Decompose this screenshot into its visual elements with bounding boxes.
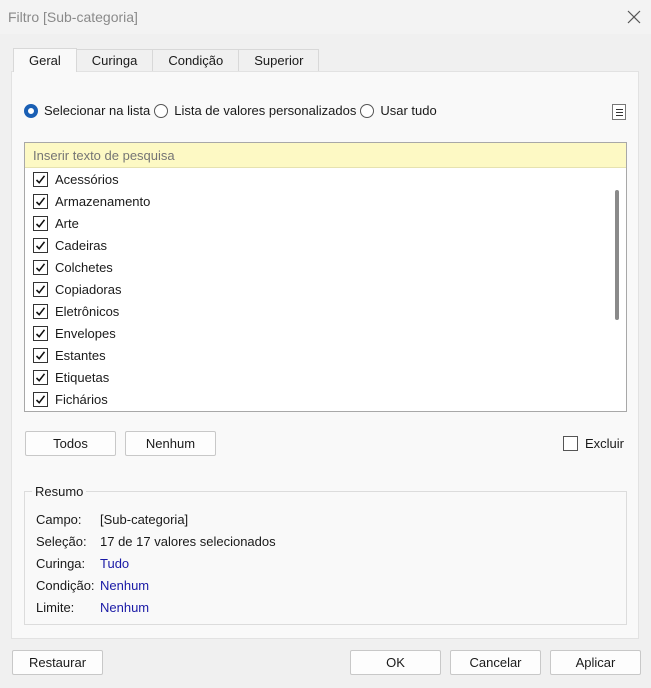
checkmark-icon <box>35 372 46 382</box>
list-item-label: Envelopes <box>55 325 116 341</box>
list-item[interactable]: Colchetes <box>25 256 605 278</box>
summary-row-field: Campo: [Sub-categoria] <box>36 512 188 527</box>
list-item[interactable]: Eletrônicos <box>25 300 605 322</box>
checkmark-icon <box>35 328 46 338</box>
list-item[interactable]: Arte <box>25 212 605 234</box>
tab-general[interactable]: Geral <box>13 48 77 72</box>
checkbox[interactable] <box>33 193 48 209</box>
radio-selected-indicator <box>24 103 38 118</box>
list-item-label: Estantes <box>55 347 106 363</box>
list-item[interactable]: Estantes <box>25 344 605 366</box>
apply-button[interactable]: Aplicar <box>550 650 641 675</box>
checkbox[interactable] <box>33 369 48 385</box>
checkbox[interactable] <box>33 391 48 407</box>
list-item-label: Etiquetas <box>55 369 110 385</box>
list-scrollbar[interactable] <box>610 168 626 411</box>
checkmark-icon <box>35 174 46 184</box>
radio-custom-value-list[interactable]: Lista de valores personalizados <box>154 103 356 118</box>
title-bar: Filtro [Sub-categoria] <box>0 0 651 34</box>
list-item[interactable]: Cadeiras <box>25 234 605 256</box>
radio-select-from-list[interactable]: Selecionar na lista <box>24 103 150 118</box>
checkmark-icon <box>35 284 46 294</box>
checkbox[interactable] <box>33 281 48 297</box>
list-item-label: Fichários <box>55 391 108 407</box>
checkmark-icon <box>35 306 46 316</box>
checkbox[interactable] <box>563 436 578 451</box>
list-item-label: Colchetes <box>55 259 113 275</box>
checkbox[interactable] <box>33 347 48 363</box>
list-options-menu-icon[interactable] <box>612 104 626 120</box>
summary-row-condition: Condição: Nenhum <box>36 578 149 593</box>
close-button[interactable] <box>620 3 648 31</box>
list-item-label: Arte <box>55 215 79 231</box>
window-title: Filtro [Sub-categoria] <box>8 9 138 25</box>
search-input[interactable] <box>25 143 626 168</box>
checkmark-icon <box>35 350 46 360</box>
summary-value-link[interactable]: Nenhum <box>100 600 149 615</box>
radio-indicator <box>154 103 169 118</box>
checkbox[interactable] <box>33 259 48 275</box>
summary-label: Seleção: <box>36 534 87 549</box>
list-item[interactable]: Etiquetas <box>25 366 605 388</box>
summary-value-link[interactable]: Nenhum <box>100 578 149 593</box>
summary-label: Curinga: <box>36 556 86 571</box>
summary-title: Resumo <box>32 484 87 499</box>
tab-bar: Geral Curinga Condição Superior <box>13 48 320 72</box>
tab-condition[interactable]: Condição <box>152 49 240 71</box>
checkmark-icon <box>35 196 46 206</box>
list-item[interactable]: Copiadoras <box>25 278 605 300</box>
radio-label: Lista de valores personalizados <box>174 103 357 118</box>
cancel-button[interactable]: Cancelar <box>450 650 541 675</box>
radio-use-all[interactable]: Usar tudo <box>360 103 437 118</box>
close-icon <box>627 10 641 24</box>
checkbox[interactable] <box>33 237 48 253</box>
selection-mode-group: Selecionar na lista Lista de valores per… <box>24 103 441 118</box>
summary-value-link[interactable]: Tudo <box>100 556 129 571</box>
summary-label: Limite: <box>36 600 75 615</box>
value-items: Acessórios Armazenamento Arte Cadeiras C… <box>25 168 605 410</box>
select-none-button[interactable]: Nenhum <box>125 431 216 456</box>
checkbox[interactable] <box>33 325 48 341</box>
checkbox[interactable] <box>33 215 48 231</box>
checkbox[interactable] <box>33 303 48 319</box>
summary-value: [Sub-categoria] <box>100 512 189 527</box>
list-item-label: Copiadoras <box>55 281 122 297</box>
list-item[interactable]: Envelopes <box>25 322 605 344</box>
checkmark-icon <box>35 240 46 250</box>
value-list: Acessórios Armazenamento Arte Cadeiras C… <box>24 142 627 412</box>
list-item-label: Armazenamento <box>55 193 151 209</box>
list-item[interactable]: Fichários <box>25 388 605 410</box>
summary-label: Campo: <box>36 512 82 527</box>
scrollbar-thumb[interactable] <box>615 190 619 320</box>
list-item-label: Eletrônicos <box>55 303 120 319</box>
summary-label: Condição: <box>36 578 95 593</box>
exclude-checkbox[interactable]: Excluir <box>563 436 624 451</box>
ok-button[interactable]: OK <box>350 650 441 675</box>
checkmark-icon <box>35 262 46 272</box>
radio-label: Selecionar na lista <box>44 103 151 118</box>
checkbox[interactable] <box>33 171 48 187</box>
select-all-button[interactable]: Todos <box>25 431 116 456</box>
checkmark-icon <box>35 218 46 228</box>
exclude-label: Excluir <box>585 436 625 451</box>
radio-indicator <box>360 103 375 118</box>
summary-row-limit: Limite: Nenhum <box>36 600 149 615</box>
checkmark-icon <box>35 394 46 404</box>
list-item[interactable]: Armazenamento <box>25 190 605 212</box>
summary-row-selection: Seleção: 17 de 17 valores selecionados <box>36 534 276 549</box>
radio-label: Usar tudo <box>380 103 437 118</box>
reset-button[interactable]: Restaurar <box>12 650 103 675</box>
tab-wildcard[interactable]: Curinga <box>75 49 154 71</box>
list-item-label: Cadeiras <box>55 237 108 253</box>
list-item[interactable]: Acessórios <box>25 168 605 190</box>
summary-value: 17 de 17 valores selecionados <box>100 534 276 549</box>
list-item-label: Acessórios <box>55 171 119 187</box>
tab-top[interactable]: Superior <box>238 49 320 71</box>
summary-row-wildcard: Curinga: Tudo <box>36 556 129 571</box>
